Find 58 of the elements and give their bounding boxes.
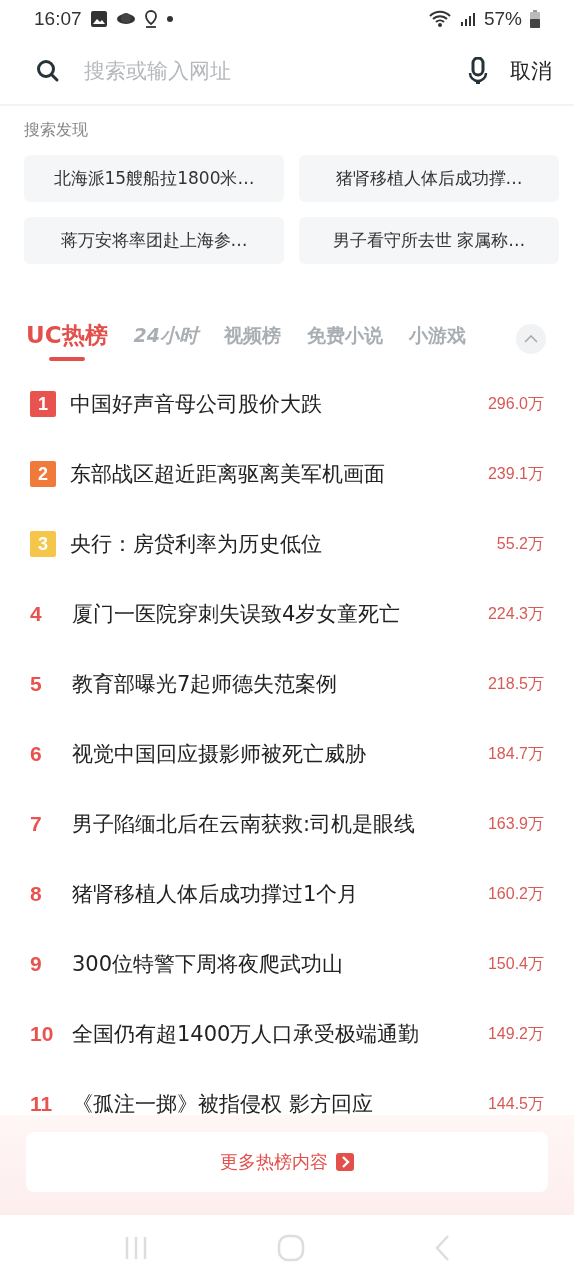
headline-link[interactable]: 《孤注一掷》被指侵权 影方回应	[72, 1090, 488, 1118]
headline-link[interactable]: 东部战区超近距离驱离美军机画面	[70, 460, 488, 488]
headline-link[interactable]: 中国好声音母公司股价大跌	[70, 390, 488, 418]
dot-icon	[165, 15, 174, 23]
rank-number: 11	[30, 1092, 54, 1116]
battery-icon	[530, 10, 540, 28]
heat-count: 218.5万	[487, 673, 544, 694]
rank-number: 9	[30, 952, 43, 976]
heat-count: 224.3万	[487, 603, 544, 624]
battery-percent: 57%	[483, 8, 522, 30]
tab[interactable]: UC热榜	[26, 320, 108, 365]
headline-link[interactable]: 全国仍有超1400万人口承受极端通勤	[72, 1020, 488, 1048]
heat-count: 144.5万	[487, 1093, 544, 1114]
headline-link[interactable]: 男子陷缅北后在云南获救:司机是眼线	[72, 810, 488, 838]
suggestion-chip[interactable]: 蒋万安将率团赴上海参…	[24, 217, 284, 264]
image-icon	[89, 10, 108, 28]
rank-number: 6	[30, 742, 43, 766]
search-icon[interactable]	[36, 59, 60, 83]
headline-link[interactable]: 教育部曝光7起师德失范案例	[72, 670, 488, 698]
chevron-up-icon	[524, 334, 538, 343]
collapse-button[interactable]	[516, 323, 546, 354]
rank-badge: 3	[30, 531, 56, 557]
heat-count: 163.9万	[487, 813, 544, 834]
chevron-icon	[336, 1153, 354, 1171]
back-icon[interactable]	[433, 1233, 450, 1262]
cancel-button[interactable]: 取消	[510, 57, 552, 85]
more-button[interactable]: 更多热榜内容	[26, 1132, 548, 1192]
headline-link[interactable]: 猪肾移植人体后成功撑过1个月	[72, 880, 488, 908]
rank-badge: 2	[30, 461, 56, 487]
headline-link[interactable]: 央行：房贷利率为历史低位	[70, 530, 497, 558]
headline-link[interactable]: 视觉中国回应摄影师被死亡威胁	[72, 740, 488, 768]
search-field[interactable]: 搜索或输入网址	[82, 58, 446, 84]
status-time: 16:07	[34, 8, 82, 30]
microphone-icon[interactable]	[468, 57, 488, 85]
heat-count: 160.2万	[487, 883, 544, 904]
heat-count: 184.7万	[487, 743, 544, 764]
rank-number: 4	[30, 602, 43, 626]
headline-link[interactable]: 厦门一医院穿刺失误致4岁女童死亡	[72, 600, 488, 628]
suggestion-chip[interactable]: 男子看守所去世 家属称…	[299, 217, 559, 264]
home-icon[interactable]	[277, 1233, 305, 1262]
heat-count: 150.4万	[487, 953, 544, 974]
suggestion-chip[interactable]: 猪肾移植人体后成功撑…	[299, 155, 559, 202]
location-icon	[143, 10, 158, 28]
rank-number: 8	[30, 882, 43, 906]
suggestion-chip[interactable]: 北海派15艘船拉1800米…	[24, 155, 284, 202]
signal-icon	[459, 11, 476, 27]
rank-number: 7	[30, 812, 43, 836]
heat-count: 149.2万	[487, 1023, 544, 1044]
heat-count: 239.1万	[487, 463, 544, 484]
section-title: 搜索发现	[24, 120, 89, 141]
recent-apps-icon[interactable]	[124, 1234, 149, 1261]
rank-number: 5	[30, 672, 43, 696]
wifi-icon	[427, 10, 452, 28]
headline-link[interactable]: 300位特警下周将夜爬武功山	[72, 950, 488, 978]
heat-count: 296.0万	[487, 393, 544, 414]
rank-number: 10	[30, 1022, 55, 1046]
rank-badge: 1	[30, 391, 56, 417]
heat-count: 55.2万	[496, 533, 544, 554]
